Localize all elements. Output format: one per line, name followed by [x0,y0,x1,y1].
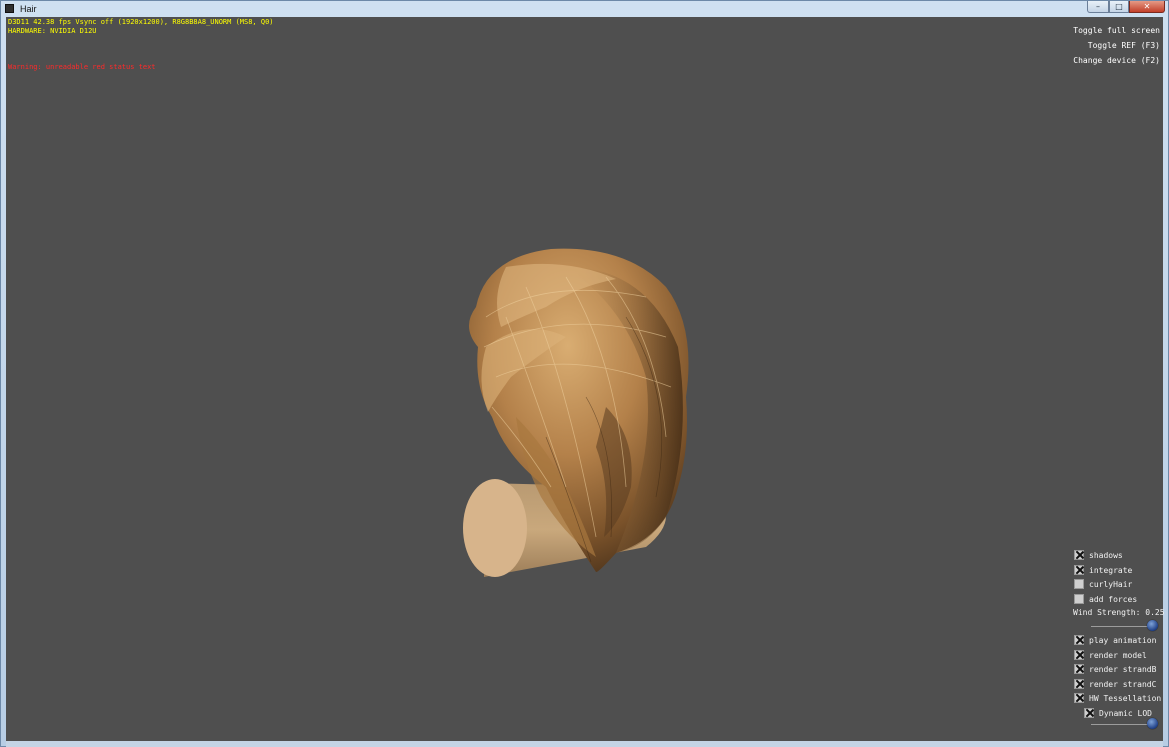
window-controls: – □ ✕ [1087,1,1165,14]
render-strand-b-checkbox-row[interactable]: render strandB [1074,663,1156,675]
shadows-label: shadows [1089,550,1123,560]
play-animation-checkbox[interactable] [1074,635,1084,645]
add-forces-checkbox[interactable] [1074,594,1084,604]
wind-strength-slider-thumb[interactable] [1146,620,1158,631]
curly-hair-checkbox[interactable] [1074,579,1084,589]
app-window: Hair – □ ✕ D3D11 42.38 fps Vsync off (19… [0,0,1169,747]
dynamic-lod-label: Dynamic LOD [1099,708,1152,718]
shadows-checkbox[interactable] [1074,550,1084,560]
stats-line-2: HARDWARE: NVIDIA D12U [8,27,97,35]
hw-tessellation-checkbox-row[interactable]: HW Tessellation [1074,692,1161,704]
integrate-checkbox-row[interactable]: integrate [1074,564,1132,576]
toggle-full-screen-button[interactable]: Toggle full screen [1072,24,1161,38]
render-model-checkbox-row[interactable]: render model [1074,649,1147,661]
integrate-checkbox[interactable] [1074,565,1084,575]
play-animation-label: play animation [1089,635,1157,645]
window-bottom-edge [6,741,1163,747]
title-bar[interactable]: Hair – □ ✕ [1,1,1168,16]
hw-tessellation-checkbox[interactable] [1074,693,1084,703]
minimize-button[interactable]: – [1087,1,1109,13]
warning-text: Warning: unreadable red status text [8,63,156,71]
render-strand-c-label: render strandC [1089,679,1157,689]
render-model-checkbox[interactable] [1074,650,1084,660]
dynamic-lod-checkbox-row[interactable]: Dynamic LOD [1084,707,1152,719]
render-strand-c-checkbox-row[interactable]: render strandC [1074,678,1156,690]
close-button[interactable]: ✕ [1129,1,1165,13]
window-title: Hair [20,3,37,14]
integrate-label: integrate [1089,565,1133,575]
wind-strength-label: Wind Strength: 0.25 [1073,608,1165,617]
hw-tessellation-label: HW Tessellation [1089,693,1162,703]
device-buttons: Toggle full screen Toggle REF (F3) Chang… [1072,24,1161,69]
render-model-label: render model [1089,650,1147,660]
render-strand-b-checkbox[interactable] [1074,664,1084,674]
stats-line-1: D3D11 42.38 fps Vsync off (1920x1200), R… [8,18,274,26]
render-strand-c-checkbox[interactable] [1074,679,1084,689]
curly-hair-label: curlyHair [1089,579,1133,589]
maximize-button[interactable]: □ [1109,1,1129,13]
toggle-ref-button[interactable]: Toggle REF (F3) [1087,39,1161,53]
lod-slider-thumb[interactable] [1146,718,1158,729]
curly-hair-checkbox-row[interactable]: curlyHair [1074,578,1132,590]
dynamic-lod-checkbox[interactable] [1084,708,1094,718]
add-forces-label: add forces [1089,594,1138,604]
render-viewport[interactable]: D3D11 42.38 fps Vsync off (1920x1200), R… [6,17,1163,741]
app-icon [5,4,14,13]
render-strand-b-label: render strandB [1089,664,1157,674]
shadows-checkbox-row[interactable]: shadows [1074,549,1123,561]
play-animation-checkbox-row[interactable]: play animation [1074,634,1156,646]
stats-overlay: D3D11 42.38 fps Vsync off (1920x1200), R… [8,18,274,36]
add-forces-checkbox-row[interactable]: add forces [1074,593,1137,605]
change-device-button[interactable]: Change device (F2) [1072,54,1161,68]
hair-scene [463,248,689,577]
